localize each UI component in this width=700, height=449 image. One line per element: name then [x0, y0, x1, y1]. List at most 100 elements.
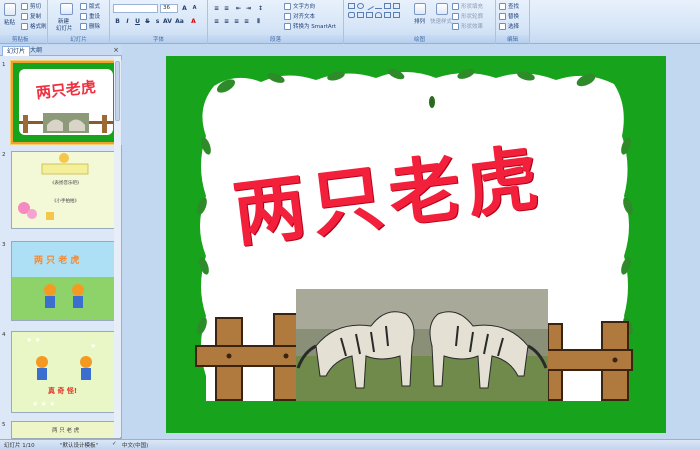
slide-thumbnail-3[interactable]: 两 只 老 虎	[11, 241, 121, 321]
change-case-icon[interactable]: Aa	[175, 17, 184, 26]
tab-outline[interactable]: 大纲	[26, 46, 46, 56]
slides-group: 新建 幻灯片 版式 重设 删除 幻灯片	[48, 0, 110, 44]
bullets-icon[interactable]: ≡	[212, 4, 221, 13]
select-icon	[499, 22, 506, 30]
arrow-shape-icon[interactable]	[375, 3, 382, 9]
quick-styles-icon[interactable]	[436, 3, 448, 15]
slide-number: 1	[2, 62, 6, 68]
bold-icon[interactable]: B	[113, 17, 122, 26]
spellcheck-icon[interactable]: ✓	[112, 441, 117, 447]
oval-shape-icon[interactable]	[357, 3, 364, 9]
shadow-icon[interactable]: s	[153, 17, 162, 26]
arrange-button[interactable]: 排列	[414, 17, 425, 25]
format-painter-label: 格式刷	[30, 24, 47, 30]
font-group-label: 字体	[110, 35, 207, 43]
shape-effects-button[interactable]: 形状效果	[452, 22, 483, 30]
svg-text:★ ★ ★: ★ ★ ★	[32, 400, 55, 408]
pane-tabs: 幻灯片 大纲 ×	[0, 45, 122, 56]
shape-fill-label: 形状填充	[461, 4, 484, 10]
curve-shape-icon[interactable]	[375, 12, 382, 18]
tab-slides-label: 幻灯片	[7, 48, 26, 55]
align-right-icon[interactable]: ≡	[232, 17, 241, 26]
line-spacing-icon[interactable]: ↕	[256, 4, 265, 13]
text-direction-label: 文字方向	[293, 4, 316, 10]
cut-button[interactable]: 剪切	[21, 2, 41, 10]
more-shapes-icon[interactable]	[393, 12, 400, 18]
text-direction-button[interactable]: 文字方向	[284, 2, 315, 10]
format-painter-button[interactable]: 格式刷	[21, 22, 47, 30]
font-size-combo[interactable]: 36	[160, 4, 178, 13]
thumb-4-art: ★ ★ ★ ★ ★ ★	[26, 336, 96, 408]
main-slide[interactable]: 两只老虎	[166, 56, 666, 433]
reset-button[interactable]: 重设	[80, 12, 100, 20]
star-shape-icon[interactable]	[393, 3, 400, 9]
thumb-5-title: 两 只 老 虎	[52, 428, 80, 434]
slides-group-label: 幻灯片	[48, 35, 109, 43]
paste-button[interactable]: 粘贴	[4, 18, 15, 26]
theme-name: "默认设计模板"	[60, 443, 99, 449]
align-center-icon[interactable]: ≡	[222, 17, 231, 26]
rounded-rect-shape-icon[interactable]	[348, 12, 355, 18]
slide-thumbnail-1[interactable]: 两只老虎	[11, 61, 121, 144]
thumb-2-line-2: 《小手拍拍》	[52, 199, 79, 204]
reset-icon	[80, 12, 87, 20]
find-icon	[499, 2, 506, 10]
shape-outline-button[interactable]: 形状轮廓	[452, 12, 483, 20]
align-left-icon[interactable]: ≡	[212, 17, 221, 26]
new-slide-icon[interactable]	[60, 3, 73, 15]
callout-shape-icon[interactable]	[357, 12, 364, 18]
justify-icon[interactable]: ≡	[242, 17, 251, 26]
new-slide-button-2[interactable]: 幻灯片	[56, 24, 73, 32]
layout-button[interactable]: 版式	[80, 2, 100, 10]
brush-icon	[21, 22, 28, 30]
shape-fill-button[interactable]: 形状填充	[452, 2, 483, 10]
paste-icon[interactable]	[4, 3, 16, 16]
columns-icon[interactable]: ⫴	[254, 17, 263, 26]
slide-thumbnail-2[interactable]: 《表扬音乐吧》 《小手拍拍》	[11, 151, 121, 229]
thumb-2-line-1: 《表扬音乐吧》	[50, 181, 82, 186]
increase-indent-icon[interactable]: ⇥	[244, 4, 253, 13]
italic-icon[interactable]: I	[123, 17, 132, 26]
outline-icon	[452, 12, 459, 20]
copy-label: 复制	[30, 14, 42, 20]
line-shape-icon[interactable]	[364, 1, 375, 11]
pane-scrollbar-thumb[interactable]	[115, 61, 120, 121]
cut-label: 剪切	[30, 4, 42, 10]
grow-font-icon[interactable]: A	[180, 4, 189, 13]
ribbon: 粘贴 剪切 复制 格式刷 剪贴板 新建 幻灯片 版式 重设 删除 幻灯片 36 …	[0, 0, 700, 44]
effects-icon	[452, 22, 459, 30]
underline-icon[interactable]: U	[133, 17, 142, 26]
heart-shape-icon[interactable]	[384, 12, 391, 18]
arrange-icon[interactable]	[414, 3, 426, 15]
slide-thumbnail-5[interactable]: 两 只 老 虎	[11, 421, 121, 439]
status-bar: 幻灯片 1/10 "默认设计模板" ✓ 中文(中国)	[0, 439, 700, 449]
font-name-combo[interactable]	[113, 4, 158, 13]
rectangle-shape-icon[interactable]	[348, 3, 355, 9]
align-text-icon	[284, 12, 291, 20]
spacing-icon[interactable]: AV	[163, 17, 172, 26]
triangle-shape-icon[interactable]	[384, 3, 391, 9]
decrease-indent-icon[interactable]: ⇤	[234, 4, 243, 13]
smartart-button[interactable]: 转换为 SmartArt	[284, 22, 336, 30]
numbering-icon[interactable]: ≡	[222, 4, 231, 13]
align-text-button[interactable]: 对齐文本	[284, 12, 315, 20]
select-button[interactable]: 选择	[499, 22, 519, 30]
delete-button[interactable]: 删除	[80, 22, 100, 30]
editing-group-label: 编辑	[496, 35, 529, 43]
find-button[interactable]: 查找	[499, 2, 519, 10]
close-icon[interactable]: ×	[113, 46, 119, 54]
thumb-4-line-1: 真 奇 怪!	[48, 387, 78, 395]
pane-scrollbar[interactable]	[114, 57, 121, 437]
slide-thumbnail-4[interactable]: ★ ★ ★ ★ ★ ★ 真 奇 怪!	[11, 331, 121, 413]
copy-icon	[21, 12, 28, 20]
copy-button[interactable]: 复制	[21, 12, 41, 20]
delete-label: 删除	[89, 24, 101, 30]
brace-shape-icon[interactable]	[366, 12, 373, 18]
font-color-icon[interactable]: A	[189, 17, 198, 26]
strikethrough-icon[interactable]: S	[143, 17, 152, 26]
language[interactable]: 中文(中国)	[122, 441, 148, 449]
quick-styles-button[interactable]: 快速样式	[430, 17, 452, 25]
shrink-font-icon[interactable]: A	[190, 4, 199, 13]
replace-button[interactable]: 替换	[499, 12, 519, 20]
font-size-value: 36	[163, 5, 170, 11]
